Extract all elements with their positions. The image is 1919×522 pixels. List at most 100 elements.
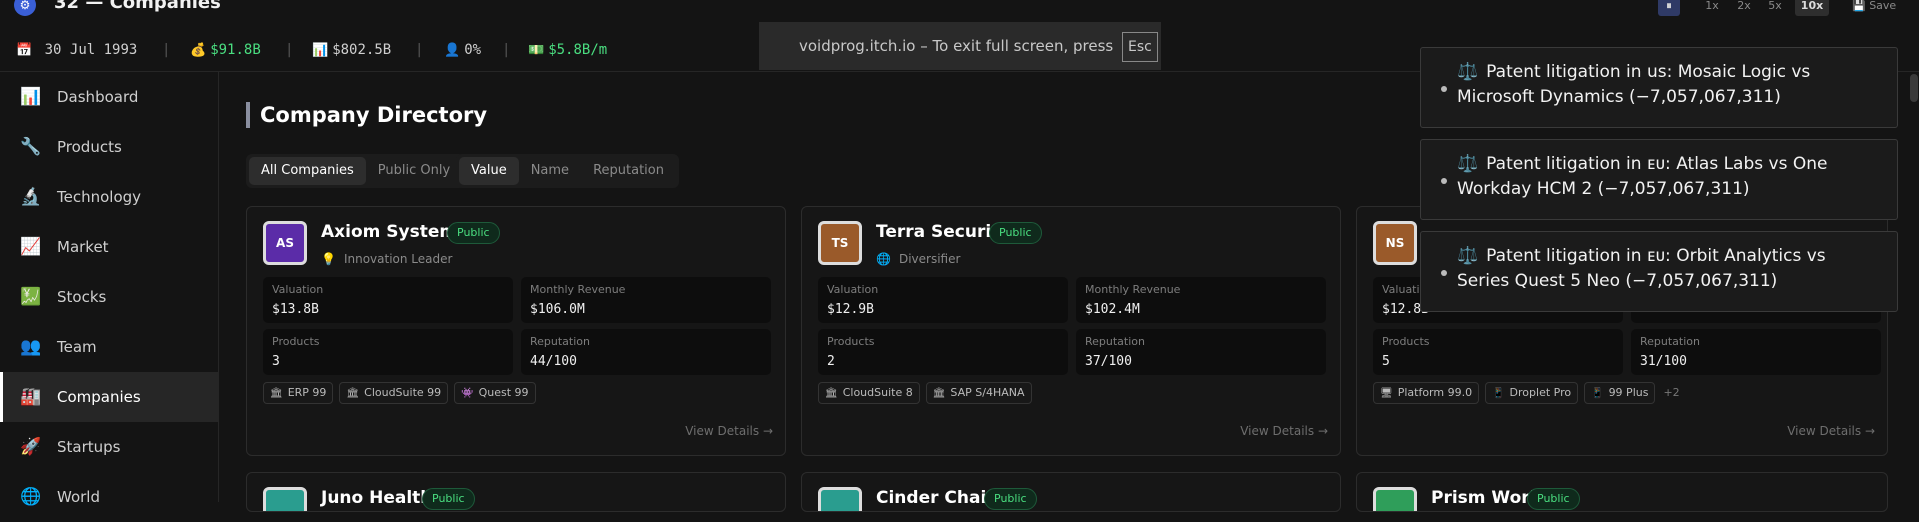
- metric-label: Monthly Revenue: [530, 283, 626, 296]
- product-chip[interactable]: 📱 Droplet Pro: [1485, 382, 1579, 404]
- building-icon: 🏛: [932, 388, 946, 399]
- chip-label: Quest 99: [478, 386, 529, 399]
- globe-icon: 🌐: [20, 487, 42, 507]
- building-icon: 🏛: [270, 388, 283, 399]
- scales-icon: ⚖️: [1457, 62, 1479, 82]
- wrench-icon: 🔧: [20, 137, 42, 157]
- company-avatar: [818, 487, 862, 511]
- sort-name[interactable]: Name: [519, 157, 581, 185]
- game-icon: 👾: [461, 388, 474, 399]
- chip-label: SAP S/4HANA: [950, 386, 1025, 399]
- share-display: 👤 0%: [444, 40, 481, 61]
- more-products-count[interactable]: +2: [1661, 382, 1679, 404]
- company-card[interactable]: TS Terra Security Public 🌐 Diversifier Va…: [801, 206, 1341, 456]
- title-bar: ⚙ 32 — Companies ⏸ 1x 2x 5x 10x 💾 Save: [0, 0, 1919, 22]
- product-chip[interactable]: 🏛 CloudSuite 8: [818, 382, 920, 404]
- sidebar-item-world[interactable]: 🌐 World: [0, 472, 219, 522]
- product-chip[interactable]: 🏛 ERP 99: [263, 382, 334, 404]
- metric-value: 2: [827, 354, 835, 369]
- fullscreen-notice: voidprog.itch.io – To exit full screen, …: [759, 22, 1161, 70]
- filter-public-only[interactable]: Public Only: [366, 157, 462, 185]
- company-card[interactable]: Prism Works Public: [1356, 472, 1888, 512]
- sidebar-item-stocks[interactable]: 💹 Stocks: [0, 272, 219, 322]
- product-chip[interactable]: 🖥 Platform 99.0: [1373, 382, 1480, 404]
- factory-icon: 🏭: [20, 387, 42, 407]
- bullet-icon: [1441, 86, 1447, 92]
- company-category: 🌐 Diversifier: [876, 251, 960, 267]
- metric-value: $106.0M: [530, 302, 585, 317]
- lightbulb-icon: 💡: [321, 252, 336, 266]
- divider: |: [502, 42, 511, 58]
- sidebar-item-technology[interactable]: 🔬 Technology: [0, 172, 219, 222]
- sidebar-item-market[interactable]: 📈 Market: [0, 222, 219, 272]
- notification-toast[interactable]: ⚖️ Patent litigation in ᴇᴜ: Atlas Labs vs…: [1420, 139, 1898, 220]
- globe-icon: 🌐: [876, 252, 891, 266]
- speed-1x-button[interactable]: 1x: [1700, 0, 1724, 16]
- category-label: Diversifier: [898, 252, 961, 266]
- speed-10x-button[interactable]: 10x: [1795, 0, 1829, 16]
- rocket-icon: 🚀: [20, 437, 42, 457]
- reputation-metric: Reputation 37/100: [1076, 329, 1326, 375]
- sidebar-item-dashboard[interactable]: 📊 Dashboard: [0, 72, 219, 122]
- chip-label: 99 Plus: [1608, 386, 1649, 399]
- public-badge: Public: [422, 488, 475, 510]
- revenue-metric: Monthly Revenue $102.4M: [1076, 277, 1326, 323]
- sidebar-item-products[interactable]: 🔧 Products: [0, 122, 219, 172]
- building-icon: 🏛: [825, 388, 838, 399]
- sort-group: Value Name Reputation: [456, 154, 679, 188]
- valuation-metric: Valuation $13.8B: [263, 277, 513, 323]
- metric-label: Products: [272, 335, 320, 348]
- sidebar-item-companies[interactable]: 🏭 Companies: [0, 372, 219, 422]
- product-chip[interactable]: 🏛 SAP S/4HANA: [925, 382, 1032, 404]
- scrollbar-thumb[interactable]: [1910, 74, 1918, 102]
- sort-value[interactable]: Value: [459, 157, 519, 185]
- pause-button[interactable]: ⏸: [1658, 0, 1680, 16]
- cash-display: 💰 $91.8B: [190, 40, 261, 61]
- product-chips: 🖥 Platform 99.0 📱 Droplet Pro 📱 99 Plus +2: [1373, 382, 1680, 404]
- public-badge: Public: [1527, 488, 1580, 510]
- sort-reputation[interactable]: Reputation: [581, 157, 676, 185]
- chip-label: Droplet Pro: [1509, 386, 1572, 399]
- notification-toast[interactable]: ⚖️ Patent litigation in ᴇᴜ: Orbit Analyti…: [1420, 231, 1898, 312]
- sidebar-item-startups[interactable]: 🚀 Startups: [0, 422, 219, 472]
- view-details-link[interactable]: View Details →: [1787, 424, 1875, 438]
- speed-2x-button[interactable]: 2x: [1732, 0, 1756, 16]
- company-name: Juno Health: [321, 488, 433, 508]
- company-avatar: AS: [263, 221, 307, 265]
- company-card[interactable]: Cinder Chain Public: [801, 472, 1341, 512]
- public-badge: Public: [447, 222, 500, 244]
- sidebar-item-team[interactable]: 👥 Team: [0, 322, 219, 372]
- notification-toast[interactable]: ⚖️ Patent litigation in us: Mosaic Logic …: [1420, 47, 1898, 128]
- share-value: 0%: [464, 42, 482, 58]
- view-details-link[interactable]: View Details →: [685, 424, 773, 438]
- sidebar-item-label: Technology: [57, 188, 142, 206]
- company-avatar: TS: [818, 221, 862, 265]
- page-title: Company Directory: [246, 102, 487, 128]
- product-chip[interactable]: 📱 99 Plus: [1584, 382, 1656, 404]
- building-icon: 🏛: [346, 388, 360, 399]
- sidebar: 📊 Dashboard 🔧 Products 🔬 Technology 📈 Market…: [0, 72, 219, 507]
- metric-value: $102.4M: [1085, 302, 1140, 317]
- income-display: 💵 $5.8B/m: [528, 40, 607, 61]
- scales-icon: ⚖️: [1457, 154, 1479, 174]
- filter-all-companies[interactable]: All Companies: [249, 157, 366, 185]
- chip-label: CloudSuite 99: [364, 386, 442, 399]
- product-chip[interactable]: 👾 Quest 99: [454, 382, 536, 404]
- sidebar-item-label: Stocks: [57, 288, 107, 306]
- people-icon: 👥: [20, 337, 42, 357]
- filter-group: All Companies Public Only: [246, 154, 466, 188]
- product-chip[interactable]: 🏛 CloudSuite 99: [339, 382, 449, 404]
- metric-label: Valuation: [272, 283, 324, 296]
- toast-text: Patent litigation in ᴇᴜ: Orbit Analytics…: [1457, 246, 1826, 291]
- speed-5x-button[interactable]: 5x: [1763, 0, 1787, 16]
- cash-value: $91.8B: [210, 42, 261, 58]
- products-metric: Products 3: [263, 329, 513, 375]
- view-details-link[interactable]: View Details →: [1240, 424, 1328, 438]
- save-label: Save: [1869, 0, 1897, 12]
- metric-value: 31/100: [1640, 354, 1687, 369]
- public-badge: Public: [989, 222, 1042, 244]
- save-button[interactable]: 💾 Save: [1852, 0, 1896, 16]
- scales-icon: ⚖️: [1457, 246, 1479, 266]
- company-card[interactable]: Juno Health Public: [246, 472, 786, 512]
- company-card[interactable]: AS Axiom Systems Public 💡 Innovation Lead…: [246, 206, 786, 456]
